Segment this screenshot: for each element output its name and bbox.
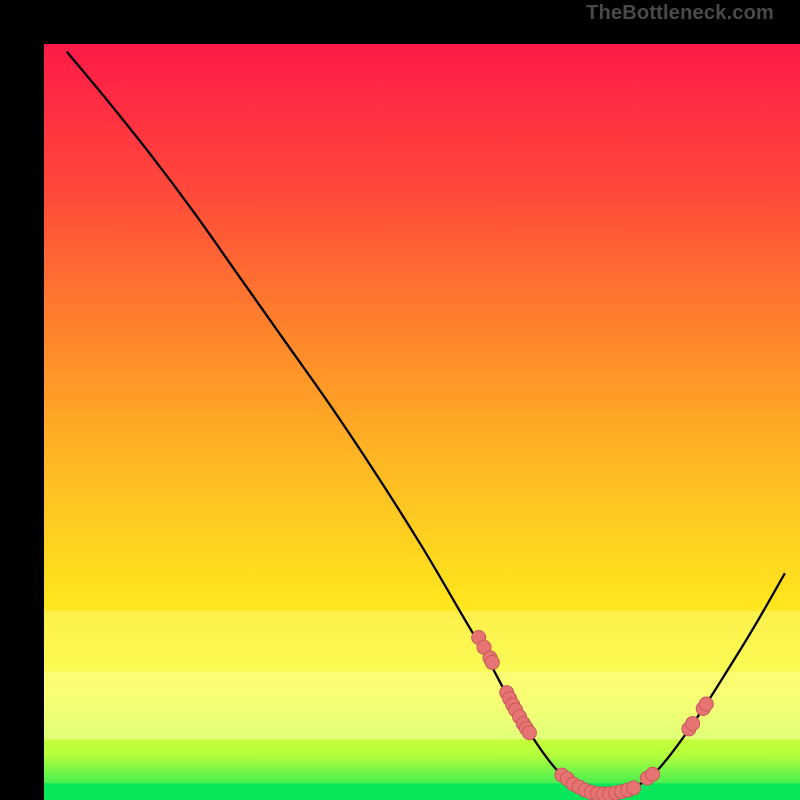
- marker-dot: [686, 717, 700, 731]
- bottleneck-chart: [44, 44, 800, 800]
- watermark-text: TheBottleneck.com: [586, 2, 774, 25]
- yellow-band: [44, 611, 800, 671]
- plot-frame: [22, 22, 778, 778]
- marker-dot: [522, 726, 536, 740]
- marker-dot: [699, 697, 713, 711]
- marker-dot: [646, 767, 660, 781]
- green-band: [44, 783, 800, 800]
- marker-dot: [485, 655, 499, 669]
- marker-dot: [627, 781, 641, 795]
